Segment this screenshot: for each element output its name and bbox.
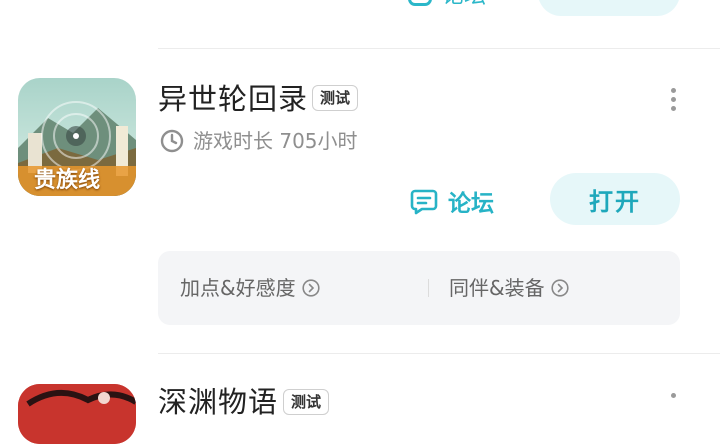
divider-bottom (158, 353, 720, 354)
game-title[interactable]: 异世轮回录 (158, 80, 308, 118)
next-game-more-menu-button[interactable] (668, 393, 678, 402)
open-button[interactable]: 打开 (550, 173, 680, 225)
top-forum-button[interactable]: 论坛 (408, 0, 486, 10)
divider-top (158, 48, 720, 49)
quick-link-stats[interactable]: 加点&好感度 (180, 275, 320, 301)
clock-icon (160, 129, 184, 153)
playtime-label: 游戏时长 705小时 (193, 129, 358, 153)
chevron-right-circle-icon (551, 279, 569, 297)
beta-tag: 测试 (312, 85, 359, 111)
more-menu-button[interactable] (668, 88, 678, 115)
next-game-icon[interactable] (18, 384, 136, 444)
quick-link-label: 加点&好感度 (180, 276, 296, 300)
forum-button[interactable]: 论坛 (410, 184, 494, 218)
next-game-title[interactable]: 深渊物语 (158, 383, 278, 421)
top-forum-label: 论坛 (442, 0, 486, 10)
forum-icon (410, 189, 438, 215)
next-game-icon-art (18, 384, 136, 444)
more-dot-icon (670, 97, 676, 102)
playtime-info: 游戏时长 705小时 (160, 127, 358, 155)
chevron-right-circle-icon (302, 279, 320, 297)
quick-links-panel: 加点&好感度 同伴&装备 (158, 251, 680, 325)
forum-label: 论坛 (448, 191, 494, 217)
top-open-button[interactable] (538, 0, 680, 16)
more-dot-icon (670, 106, 676, 111)
quick-links-divider (428, 279, 429, 297)
forum-icon (408, 0, 432, 6)
quick-link-companions[interactable]: 同伴&装备 (449, 275, 569, 301)
more-dot-icon (670, 88, 676, 93)
next-game-beta-tag: 测试 (283, 389, 330, 415)
game-icon-label: 贵族线 (34, 168, 101, 193)
quick-link-label: 同伴&装备 (449, 276, 545, 300)
more-dot-icon (670, 393, 676, 398)
game-icon[interactable]: 贵族线 (18, 78, 136, 196)
